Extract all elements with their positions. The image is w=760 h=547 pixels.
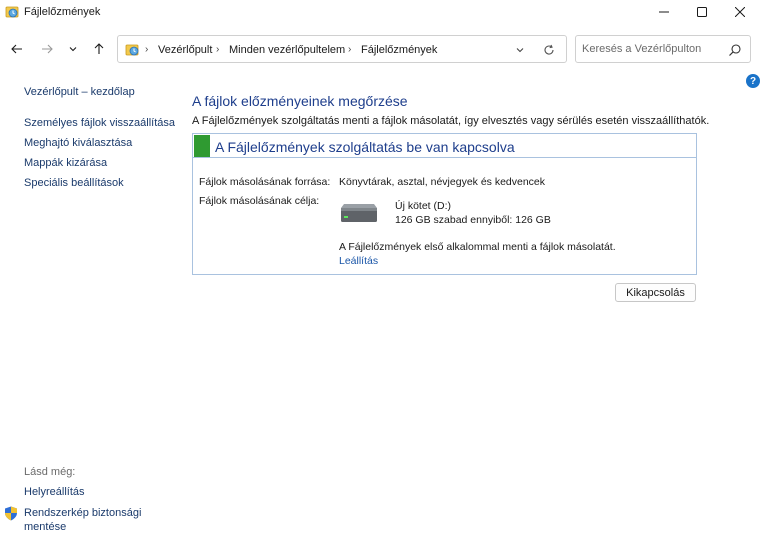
see-also-heading: Lásd még: <box>24 466 76 478</box>
sidebar-item-select-drive[interactable]: Meghajtó kiválasztása <box>24 137 132 149</box>
status-title: A Fájlelőzmények szolgáltatás be van kap… <box>215 139 515 155</box>
up-button[interactable] <box>88 38 110 60</box>
help-button[interactable]: ? <box>746 74 760 88</box>
arrow-left-icon <box>11 44 22 54</box>
search-box[interactable] <box>575 35 751 63</box>
close-icon <box>735 7 745 17</box>
chevron-down-icon <box>69 47 77 52</box>
sidebar-item-control-panel-home[interactable]: Vezérlőpult – kezdőlap <box>24 86 135 98</box>
recent-locations-button[interactable] <box>62 38 84 60</box>
control-panel-icon <box>125 44 139 56</box>
forward-button[interactable] <box>36 38 58 60</box>
refresh-button[interactable] <box>540 42 558 58</box>
source-label: Fájlok másolásának forrása: <box>199 176 331 188</box>
search-input[interactable] <box>582 41 722 57</box>
sidebar-item-advanced-settings[interactable]: Speciális beállítások <box>24 177 124 189</box>
close-button[interactable] <box>721 0 759 24</box>
back-button[interactable] <box>6 38 28 60</box>
shield-icon <box>5 506 17 521</box>
address-bar[interactable]: › Vezérlőpult › Minden vezérlőpultelem ›… <box>117 35 567 63</box>
breadcrumb-file-history[interactable]: Fájlelőzmények <box>361 44 437 56</box>
minimize-button[interactable] <box>645 0 683 24</box>
chevron-down-icon <box>516 48 524 53</box>
window-title: Fájlelőzmények <box>24 6 101 18</box>
breadcrumb-separator: › <box>145 44 149 55</box>
breadcrumb-separator: › <box>216 44 220 55</box>
first-copy-note: A Fájlelőzmények első alkalommal menti a… <box>339 241 616 253</box>
see-also-system-image-backup-link[interactable]: Rendszerkép biztonsági mentése <box>24 506 144 534</box>
title-bar: Fájlelőzmények <box>0 0 760 24</box>
status-panel: A Fájlelőzmények szolgáltatás be van kap… <box>192 133 697 275</box>
minimize-icon <box>659 11 669 13</box>
stop-link[interactable]: Leállítás <box>339 255 378 267</box>
turn-off-button[interactable]: Kikapcsolás <box>615 283 696 302</box>
arrow-right-icon <box>42 44 53 54</box>
breadcrumb-control-panel[interactable]: Vezérlőpult <box>158 44 212 56</box>
search-icon[interactable] <box>728 43 742 57</box>
status-indicator <box>194 135 210 157</box>
breadcrumb-separator: › <box>348 44 352 55</box>
source-value: Könyvtárak, asztal, névjegyek és kedvenc… <box>339 176 546 188</box>
drive-space: 126 GB szabad ennyiből: 126 GB <box>395 214 551 226</box>
refresh-icon <box>544 44 554 55</box>
sidebar-item-exclude-folders[interactable]: Mappák kizárása <box>24 157 107 169</box>
page-description: A Fájlelőzmények szolgáltatás menti a fá… <box>192 115 710 127</box>
target-label: Fájlok másolásának célja: <box>199 195 320 207</box>
maximize-icon <box>697 7 707 17</box>
file-history-icon <box>5 6 19 18</box>
maximize-button[interactable] <box>683 0 721 24</box>
arrow-up-icon <box>94 43 104 54</box>
address-dropdown-button[interactable] <box>512 42 528 58</box>
status-header: A Fájlelőzmények szolgáltatás be van kap… <box>193 134 696 158</box>
page-title: A fájlok előzményeinek megőrzése <box>192 93 408 109</box>
hard-drive-icon <box>341 204 377 222</box>
breadcrumb-all-items[interactable]: Minden vezérlőpultelem <box>229 44 345 56</box>
sidebar-item-restore-personal-files[interactable]: Személyes fájlok visszaállítása <box>24 117 175 129</box>
navigation-bar: › Vezérlőpult › Minden vezérlőpultelem ›… <box>0 32 760 66</box>
drive-name: Új kötet (D:) <box>395 200 452 212</box>
see-also-recovery-link[interactable]: Helyreállítás <box>24 486 85 498</box>
